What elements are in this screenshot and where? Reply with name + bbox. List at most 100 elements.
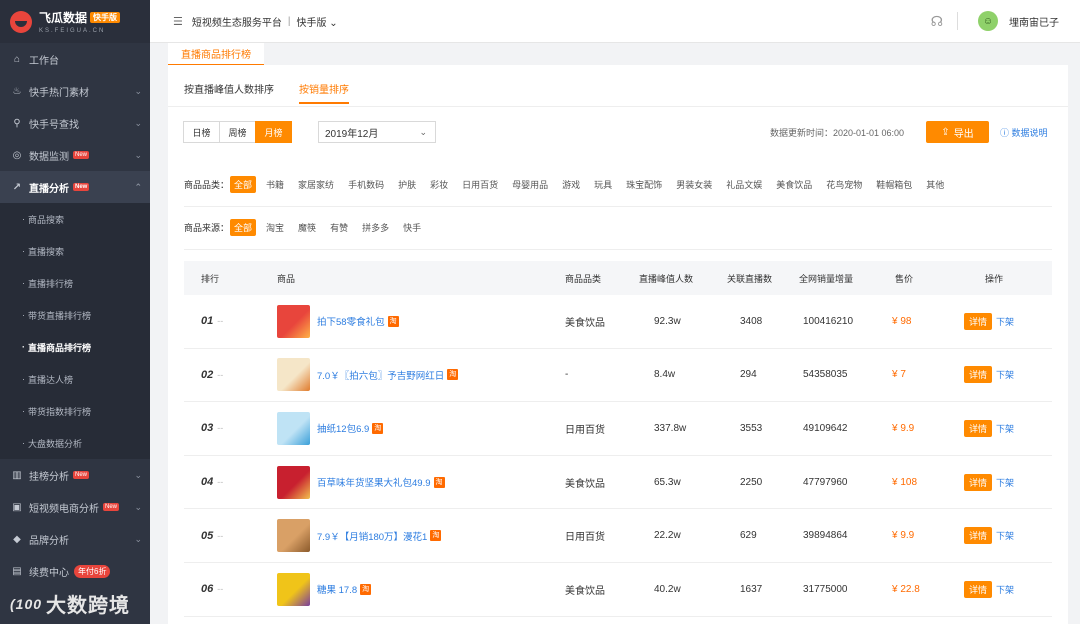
username[interactable]: 埋南宙已子 [1009,14,1059,29]
category-chip[interactable]: 美食饮品 [772,176,816,193]
sidebar-item-account-search[interactable]: ⚲ 快手号查找 ⌄ [0,107,150,139]
product-name-link[interactable]: 7.0￥〖拍六包〗予吉野网红日 [317,368,444,382]
category-chip[interactable]: 男装女装 [672,176,716,193]
source-chip[interactable]: 淘宝 [262,219,288,236]
product-name-link[interactable]: 7.9￥【月销180万】漫花1 [317,529,427,543]
category-chip[interactable]: 鞋帽箱包 [872,176,916,193]
product-cell[interactable]: 百草味年货坚果大礼包49.9 淘 [277,456,445,509]
detail-button[interactable]: 详情 [964,366,993,384]
category-chip[interactable]: 礼品文娱 [722,176,766,193]
sidebar-item-live-analysis[interactable]: ↗ 直播分析 New ⌃ [0,171,150,203]
data-doc-link[interactable]: ⓘ 数据说明 [1000,126,1048,139]
headset-icon[interactable]: ☊ [931,13,943,30]
source-chip[interactable]: 有赞 [326,219,352,236]
category-chip[interactable]: 彩妆 [426,176,452,193]
source-chip[interactable]: 拼多多 [358,219,393,236]
taobao-icon: 淘 [447,369,459,381]
product-name-link[interactable]: 拍下58零食礼包 [317,314,385,328]
page-tab[interactable]: 直播商品排行榜 [168,43,264,65]
category-chip[interactable]: 花鸟宠物 [822,176,866,193]
product-thumbnail[interactable] [277,304,310,338]
sales-increase-cell: 100416210 [803,315,854,327]
product-thumbnail[interactable] [277,358,310,392]
offshelf-link[interactable]: 下架 [996,368,1014,381]
menu-toggle-icon[interactable]: ☰ [173,15,183,28]
product-thumbnail[interactable] [277,519,310,553]
category-chip[interactable]: 游戏 [558,176,584,193]
offshelf-link[interactable]: 下架 [996,529,1014,542]
category-chip[interactable]: 护肤 [394,176,420,193]
product-name-link[interactable]: 百草味年货坚果大礼包49.9 [317,475,431,489]
col-peak-viewers[interactable]: 直播峰值人数 [639,261,693,295]
sidebar-item-renewal[interactable]: ▤ 续费中心 年付6折 [0,555,150,587]
category-chip[interactable]: 母婴用品 [508,176,552,193]
category-chip[interactable]: 家居家纺 [294,176,338,193]
rank-number: 01 [201,315,214,328]
sidebar-item-workbench[interactable]: ⌂ 工作台 [0,43,150,75]
product-thumbnail[interactable] [277,411,310,445]
sidebar-subitem-product-search[interactable]: · 商品搜索 [0,203,150,235]
col-live-count[interactable]: 关联直播数 [727,261,772,295]
sidebar-item-rank-analysis[interactable]: ▥ 挂榜分析 New ⌄ [0,459,150,491]
logo[interactable]: 飞瓜数据 快手版 KS.FEIGUA.CN [0,0,150,43]
category-chip[interactable]: 全部 [230,176,257,193]
sidebar-subitem-live-rank[interactable]: · 直播排行榜 [0,267,150,299]
sidebar-subitem-sales-live-rank[interactable]: · 带货直播排行榜 [0,299,150,331]
detail-button[interactable]: 详情 [964,312,993,330]
day-rank-button[interactable]: 日榜 [183,121,220,143]
detail-button[interactable]: 详情 [964,580,993,598]
version-select[interactable]: 快手版 ⌄ [296,14,337,29]
product-cell[interactable]: 7.9￥【月销180万】漫花1 淘 [277,509,442,562]
category-chip[interactable]: 书籍 [262,176,288,193]
category-chip[interactable]: 珠宝配饰 [622,176,666,193]
sidebar-subitem-live-search[interactable]: · 直播搜索 [0,235,150,267]
sidebar-subitem-live-product-rank[interactable]: · 直播商品排行榜 [0,331,150,363]
month-select[interactable]: 2019年12月 ⌄ [318,121,436,143]
sidebar-item-hot-material[interactable]: ♨ 快手热门素材 ⌄ [0,75,150,107]
source-chip[interactable]: 魔筷 [294,219,320,236]
tab-sort-by-peak[interactable]: 按直播峰值人数排序 [184,81,274,96]
sidebar-subitem-live-talent-rank[interactable]: · 直播达人榜 [0,363,150,395]
sidebar-item-brand-analysis[interactable]: ◆ 品牌分析 ⌄ [0,523,150,555]
detail-button[interactable]: 详情 [964,473,993,491]
product-cell[interactable]: 拍下58零食礼包 淘 [277,295,399,348]
product-name-link[interactable]: 抽纸12包6.9 [317,421,369,435]
topbar: ☰ 短视频生态服务平台 | 快手版 ⌄ ☊ ☺ 埋南宙已子 [150,0,1080,43]
detail-button[interactable]: 详情 [964,527,993,545]
source-chip[interactable]: 全部 [230,219,257,236]
product-cell[interactable]: 7.0￥〖拍六包〗予吉野网红日 淘 [277,349,459,402]
tab-sort-by-sales[interactable]: 按销量排序 [299,81,349,104]
sidebar-item-monitor[interactable]: ◎ 数据监测 New ⌄ [0,139,150,171]
offshelf-link[interactable]: 下架 [996,583,1014,596]
product-thumbnail[interactable] [277,572,310,606]
product-name-link[interactable]: 糖果 17.8 [317,582,357,596]
source-chip[interactable]: 快手 [399,219,425,236]
category-filter: 商品品类： 全部 书籍 家居家纺 手机数码 护肤 彩妆 日用百货 母婴用品 游戏 玩具 珠宝配饰 男装… [184,176,954,193]
category-chip[interactable]: 手机数码 [344,176,388,193]
source-filter: 商品来源： 全部 淘宝 魔筷 有赞 拼多多 快手 [184,219,431,236]
sidebar-subitem-sales-index-rank[interactable]: · 带货指数排行榜 [0,395,150,427]
col-sales-increase[interactable]: 全网销量增量 [799,261,853,295]
live-count-cell: 294 [740,369,757,381]
category-cell: 日用百货 [565,424,605,436]
offshelf-link[interactable]: 下架 [996,315,1014,328]
product-cell[interactable]: 抽纸12包6.9 淘 [277,402,384,455]
product-cell[interactable]: 糖果 17.8 淘 [277,563,372,616]
product-thumbnail[interactable] [277,465,310,499]
col-category: 商品品类 [565,273,602,284]
offshelf-link[interactable]: 下架 [996,476,1014,489]
month-rank-button[interactable]: 月榜 [255,121,292,143]
detail-button[interactable]: 详情 [964,419,993,437]
category-cell: 美食饮品 [565,317,605,329]
rank-cell: 06 -- [201,563,223,616]
category-chip[interactable]: 日用百货 [458,176,502,193]
category-chip[interactable]: 其他 [922,176,948,193]
category-chip[interactable]: 玩具 [590,176,616,193]
sidebar-item-ecom-analysis[interactable]: ▣ 短视频电商分析 New ⌄ [0,491,150,523]
sidebar-subitem-market-analysis[interactable]: · 大盘数据分析 [0,427,150,459]
week-rank-button[interactable]: 周榜 [219,121,256,143]
source-filter-label: 商品来源： [184,223,230,233]
export-button[interactable]: ⇪ 导出 [926,121,989,143]
avatar[interactable]: ☺ [978,11,998,31]
offshelf-link[interactable]: 下架 [996,422,1014,435]
